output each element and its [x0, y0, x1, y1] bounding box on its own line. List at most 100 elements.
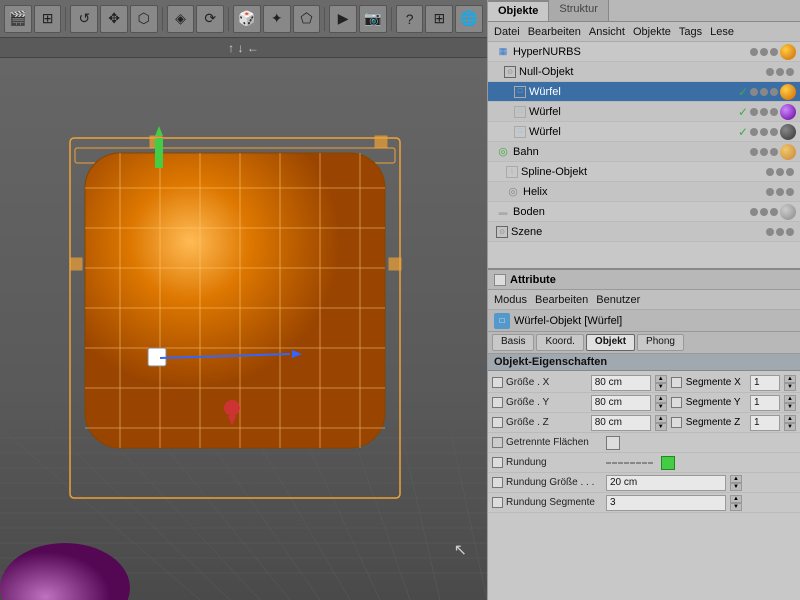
tab-objekt[interactable]: Objekt: [586, 334, 635, 351]
attr-header: Attribute: [488, 270, 800, 290]
toolbar-cam-icon[interactable]: 📷: [359, 5, 387, 33]
toolbar-scale-icon[interactable]: ⬡: [130, 5, 158, 33]
menu-tags[interactable]: Tags: [679, 26, 702, 38]
attr-checkbox-main[interactable]: [494, 274, 506, 286]
stepper-seg-x[interactable]: ▲ ▼: [784, 375, 796, 391]
attr-menu-bearbeiten[interactable]: Bearbeiten: [535, 294, 588, 306]
dot-27: [770, 208, 778, 216]
toolbar-star-icon[interactable]: ✦: [263, 5, 291, 33]
list-item[interactable]: □ Würfel ✓: [488, 82, 800, 102]
ball-orange-3: [780, 144, 796, 160]
stepper-rundung-seg[interactable]: ▲ ▼: [730, 495, 742, 511]
step-up-sz[interactable]: ▲: [784, 415, 796, 423]
step-up-sx[interactable]: ▲: [784, 375, 796, 383]
toolbar-globe-icon[interactable]: 🌐: [455, 5, 483, 33]
cb-rundung[interactable]: [492, 457, 503, 468]
tab-phong[interactable]: Phong: [637, 334, 684, 351]
tab-koord[interactable]: Koord.: [536, 334, 583, 351]
cb-getrennte[interactable]: [492, 437, 503, 448]
step-down-x[interactable]: ▼: [655, 383, 667, 391]
menu-datei[interactable]: Datei: [494, 26, 520, 38]
input-seg-x[interactable]: [750, 375, 780, 391]
toolbar-help-icon[interactable]: ?: [396, 5, 424, 33]
step-up-y[interactable]: ▲: [655, 395, 667, 403]
step-down-sx[interactable]: ▼: [784, 383, 796, 391]
input-rundung-seg[interactable]: [606, 495, 726, 511]
cb-seg-y[interactable]: [671, 397, 682, 408]
step-down-sz[interactable]: ▼: [784, 423, 796, 431]
list-item[interactable]: ◎ Bahn: [488, 142, 800, 162]
cb-rundung-groesse[interactable]: [492, 477, 503, 488]
list-item[interactable]: ◎ Helix: [488, 182, 800, 202]
step-up-rg[interactable]: ▲: [730, 475, 742, 483]
stepper-seg-z[interactable]: ▲ ▼: [784, 415, 796, 431]
tab-struktur[interactable]: Struktur: [549, 0, 609, 21]
step-up-rs[interactable]: ▲: [730, 495, 742, 503]
step-down-sy[interactable]: ▼: [784, 403, 796, 411]
tab-objekte[interactable]: Objekte: [488, 0, 549, 21]
cb-groesse-z[interactable]: [492, 417, 503, 428]
stepper-groesse-y[interactable]: ▲ ▼: [655, 395, 667, 411]
menu-objekte[interactable]: Objekte: [633, 26, 671, 38]
input-groesse-y[interactable]: [591, 395, 651, 411]
toolbar-rotate-icon[interactable]: ↺: [70, 5, 98, 33]
cb-seg-z[interactable]: [671, 417, 682, 428]
toolbar-obj-icon[interactable]: ◈: [167, 5, 195, 33]
rundung-check[interactable]: [661, 456, 675, 470]
obj-list[interactable]: ▦ HyperNURBS ⊙ Null-Objekt: [488, 42, 800, 242]
list-item[interactable]: □ Würfel ✓: [488, 102, 800, 122]
cb-groesse-x[interactable]: [492, 377, 503, 388]
toolbar-render-icon[interactable]: ▶: [329, 5, 357, 33]
stepper-seg-y[interactable]: ▲ ▼: [784, 395, 796, 411]
ball-gray2-1: [780, 204, 796, 220]
dot-29: [776, 228, 784, 236]
toolbar-cube-icon[interactable]: 🎲: [233, 5, 261, 33]
input-groesse-x[interactable]: [591, 375, 651, 391]
list-item[interactable]: ▬ Boden: [488, 202, 800, 222]
cb-rundung-seg[interactable]: [492, 497, 503, 508]
tab-basis[interactable]: Basis: [492, 334, 534, 351]
ball-dark-1: [780, 124, 796, 140]
list-item[interactable]: ⊙ Null-Objekt: [488, 62, 800, 82]
cb-seg-x[interactable]: [671, 377, 682, 388]
list-item[interactable]: ▦ HyperNURBS: [488, 42, 800, 62]
step-down-y[interactable]: ▼: [655, 403, 667, 411]
toolbar-deform-icon[interactable]: ⬠: [293, 5, 321, 33]
toolbar-move-icon[interactable]: ✥: [100, 5, 128, 33]
attr-menu-benutzer[interactable]: Benutzer: [596, 294, 640, 306]
list-item[interactable]: ⊙ Szene: [488, 222, 800, 242]
menu-bearbeiten[interactable]: Bearbeiten: [528, 26, 581, 38]
menu-ansicht[interactable]: Ansicht: [589, 26, 625, 38]
step-down-z[interactable]: ▼: [655, 423, 667, 431]
toolbar-undo-icon[interactable]: ⟳: [196, 5, 224, 33]
step-up-x[interactable]: ▲: [655, 375, 667, 383]
stepper-groesse-z[interactable]: ▲ ▼: [655, 415, 667, 431]
step-down-rg[interactable]: ▼: [730, 483, 742, 491]
dot-15: [770, 128, 778, 136]
input-seg-z[interactable]: [750, 415, 780, 431]
menu-lese[interactable]: Lese: [710, 26, 734, 38]
toggle-getrennte[interactable]: [606, 436, 620, 450]
attr-cube-icon: □: [494, 313, 510, 329]
input-groesse-z[interactable]: [591, 415, 651, 431]
step-up-z[interactable]: ▲: [655, 415, 667, 423]
step-up-sy[interactable]: ▲: [784, 395, 796, 403]
dot-2: [760, 48, 768, 56]
cube-icon-2: □: [514, 106, 526, 118]
viewport-3d[interactable]: ↖: [0, 58, 487, 600]
attr-menu-modus[interactable]: Modus: [494, 294, 527, 306]
list-item[interactable]: □ Würfel ✓: [488, 122, 800, 142]
input-seg-y[interactable]: [750, 395, 780, 411]
stepper-rundung-groesse[interactable]: ▲ ▼: [730, 475, 742, 491]
viewport[interactable]: 🎬 ⊞ ↺ ✥ ⬡ ◈ ⟳ 🎲 ✦ ⬠ ▶ 📷 ? ⊞ 🌐 ↑ ↓ ←: [0, 0, 487, 600]
list-item[interactable]: ⌇ Spline-Objekt: [488, 162, 800, 182]
toolbar-grid-icon[interactable]: ⊞: [34, 5, 62, 33]
cb-groesse-y[interactable]: [492, 397, 503, 408]
toolbar-film-icon[interactable]: 🎬: [4, 5, 32, 33]
attr-row-groesse-x: Größe . X ▲ ▼ Segmente X ▲ ▼: [488, 373, 800, 393]
step-down-rs[interactable]: ▼: [730, 503, 742, 511]
hypernurbs-icon: ▦: [496, 45, 510, 59]
stepper-groesse-x[interactable]: ▲ ▼: [655, 375, 667, 391]
toolbar-extra1-icon[interactable]: ⊞: [425, 5, 453, 33]
input-rundung-groesse[interactable]: [606, 475, 726, 491]
